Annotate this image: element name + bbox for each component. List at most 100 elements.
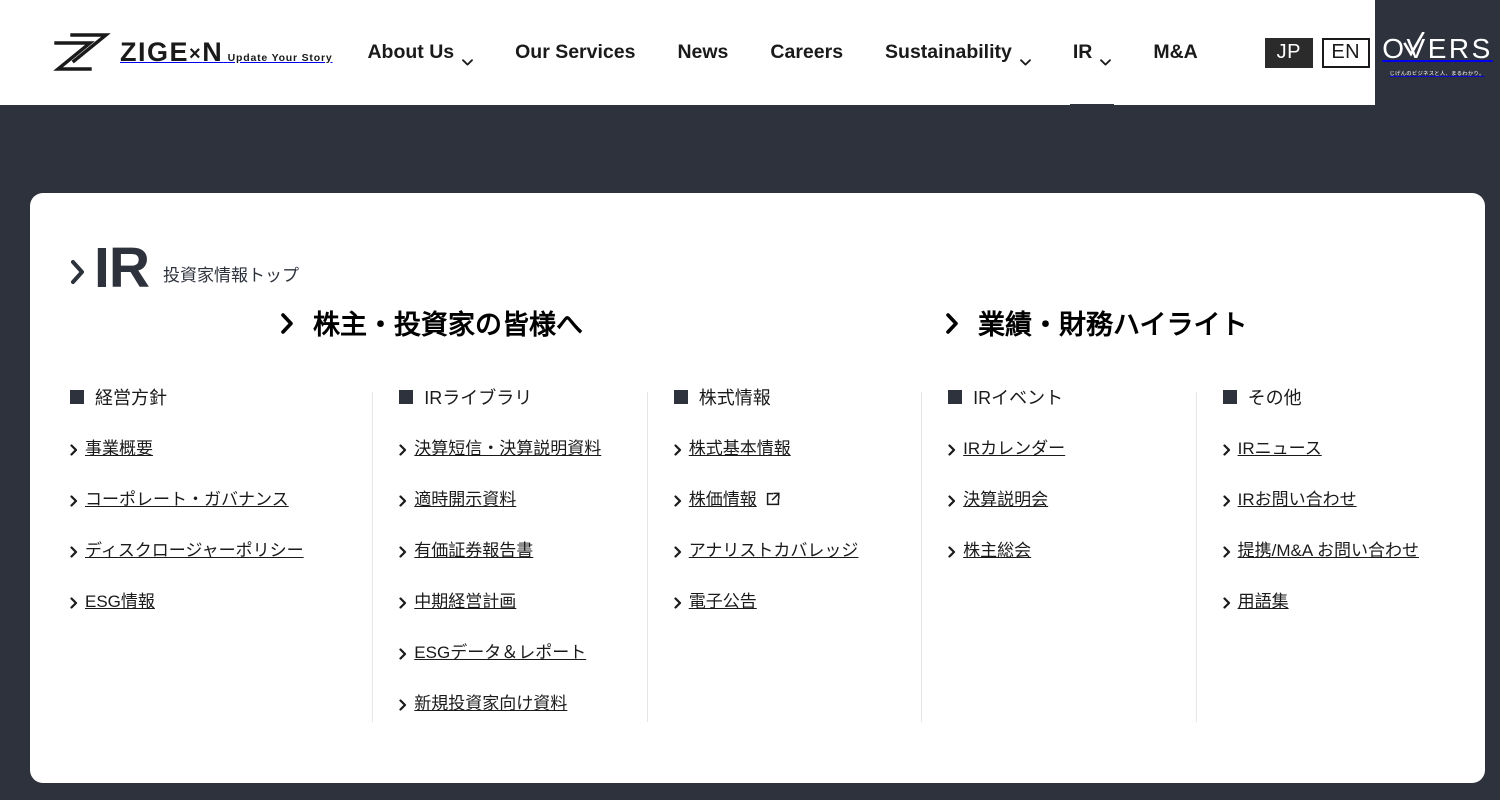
chevron-right-icon <box>948 543 956 558</box>
zigexn-mark-icon <box>50 29 112 77</box>
column-stock-information: 株式情報 株式基本情報 株価情報 アナリストカバレッジ 電子公告 <box>646 384 921 729</box>
column-heading: IRライブラリ <box>399 384 622 410</box>
link-item[interactable]: 事業概要 <box>70 434 348 459</box>
link-label: 提携/M&A お問い合わせ <box>1237 541 1419 561</box>
section-shareholders-investors[interactable]: 株主・投資家の皆様へ <box>280 303 583 342</box>
language-button-jp[interactable]: JP <box>1264 37 1313 68</box>
link-label: 電子公告 <box>688 592 757 612</box>
nav-item-label: IR <box>1072 41 1093 63</box>
link-label: アナリストカバレッジ <box>688 541 859 561</box>
nav-item-ir[interactable]: IR <box>1052 0 1133 114</box>
column-management-policy: 経営方針 事業概要 コーポレート・ガバナンス ディスクロージャーポリシー ESG… <box>70 384 372 729</box>
nav-item-news[interactable]: News <box>656 0 749 105</box>
brand-tagline: Update Your Story <box>227 52 333 64</box>
chevron-right-icon <box>399 645 407 660</box>
link-item[interactable]: 株主総会 <box>948 536 1171 561</box>
language-switcher: JP EN <box>1264 37 1370 68</box>
chevron-right-icon <box>674 594 682 609</box>
link-label: コーポレート・ガバナンス <box>85 490 289 510</box>
link-label: ディスクロージャーポリシー <box>85 541 304 561</box>
link-item[interactable]: 決算短信・決算説明資料 <box>399 434 622 459</box>
link-item[interactable]: 提携/M&A お問い合わせ <box>1223 536 1461 561</box>
nav-item-sustainability[interactable]: Sustainability <box>864 0 1052 105</box>
chevron-right-icon <box>1223 441 1231 456</box>
link-item[interactable]: 新規投資家向け資料 <box>399 689 622 714</box>
link-item[interactable]: 決算説明会 <box>948 485 1171 510</box>
nav-item-m-and-a[interactable]: M&A <box>1132 0 1218 105</box>
column-heading: その他 <box>1222 384 1461 410</box>
site-header: ZIGE×N Update Your Story About Us Our Se… <box>0 0 1375 114</box>
chevron-right-icon <box>70 259 86 285</box>
column-other: その他 IRニュース IRお問い合わせ 提携/M&A お問い合わせ 用語集 <box>1195 384 1485 729</box>
column-ir-library: IRライブラリ 決算短信・決算説明資料 適時開示資料 有価証券報告書 中期経営計… <box>372 384 646 729</box>
brand-text: ZIGE×N Update Your Story <box>120 39 332 66</box>
link-item[interactable]: ディスクロージャーポリシー <box>70 536 348 561</box>
chevron-right-icon <box>674 492 682 507</box>
link-item[interactable]: ESGデータ＆レポート <box>399 638 622 663</box>
link-item[interactable]: IRニュース <box>1223 434 1461 459</box>
section-label: 株主・投資家の皆様へ <box>313 310 583 341</box>
chevron-down-icon <box>1100 49 1112 66</box>
chevron-right-icon <box>945 311 960 335</box>
nav-item-label: M&A <box>1153 41 1198 63</box>
link-item[interactable]: IRお問い合わせ <box>1223 485 1461 510</box>
link-label: ESG情報 <box>85 592 155 612</box>
square-bullet-icon <box>948 390 963 405</box>
link-item[interactable]: 有価証券報告書 <box>399 536 622 561</box>
link-item[interactable]: コーポレート・ガバナンス <box>70 485 348 510</box>
link-label: 株主総会 <box>963 541 1032 561</box>
link-label: IRお問い合わせ <box>1237 490 1357 510</box>
ir-menu-card: IR 投資家情報トップ 株主・投資家の皆様へ 業績・財務ハイライト 経営方針 事… <box>30 193 1485 783</box>
link-label: 用語集 <box>1237 592 1289 612</box>
link-item[interactable]: ESG情報 <box>70 587 348 612</box>
language-button-en[interactable]: EN <box>1321 37 1370 68</box>
square-bullet-icon <box>1222 390 1237 405</box>
nav-item-label: Careers <box>770 41 844 63</box>
square-bullet-icon <box>673 390 688 405</box>
main-navigation: About Us Our Services News Careers Susta… <box>346 0 1218 114</box>
link-label: 株価情報 <box>688 490 757 510</box>
column-heading: 経営方針 <box>70 384 348 410</box>
brand-logo[interactable]: ZIGE×N Update Your Story <box>50 29 332 77</box>
nav-item-about-us[interactable]: About Us <box>346 0 494 105</box>
chevron-right-icon <box>1223 543 1231 558</box>
chevron-right-icon <box>948 492 956 507</box>
chevron-right-icon <box>948 441 956 456</box>
page-title-row: IR 投資家情報トップ <box>70 239 1485 297</box>
link-item[interactable]: 株式基本情報 <box>674 434 897 459</box>
chevron-right-icon <box>280 311 295 335</box>
link-item[interactable]: 適時開示資料 <box>399 485 622 510</box>
link-label: 適時開示資料 <box>414 490 517 510</box>
link-item[interactable]: 電子公告 <box>674 587 897 612</box>
link-label: 株式基本情報 <box>688 439 791 459</box>
nav-item-careers[interactable]: Careers <box>749 0 864 105</box>
overs-logo[interactable]: OVERS じげんのビジネスと人、まるわかり。 <box>1375 0 1500 112</box>
link-columns: 経営方針 事業概要 コーポレート・ガバナンス ディスクロージャーポリシー ESG… <box>30 384 1485 729</box>
link-label: 事業概要 <box>85 439 153 459</box>
link-label: 中期経営計画 <box>414 592 517 612</box>
column-heading-label: IRイベント <box>973 388 1064 409</box>
chevron-down-icon <box>1019 49 1031 66</box>
page-subtitle: 投資家情報トップ <box>163 266 299 286</box>
chevron-right-icon <box>70 594 78 609</box>
link-item[interactable]: アナリストカバレッジ <box>674 536 897 561</box>
chevron-right-icon <box>399 441 407 456</box>
nav-item-label: Our Services <box>515 41 636 63</box>
section-heading-row: 株主・投資家の皆様へ 業績・財務ハイライト <box>30 303 1485 351</box>
chevron-right-icon <box>1223 492 1231 507</box>
nav-item-our-services[interactable]: Our Services <box>494 0 656 105</box>
link-item[interactable]: 株価情報 <box>674 485 897 510</box>
link-item[interactable]: IRカレンダー <box>948 434 1171 459</box>
brand-name: ZIGE×N <box>120 37 224 67</box>
link-item[interactable]: 用語集 <box>1223 587 1461 612</box>
link-label: 決算説明会 <box>963 490 1049 510</box>
square-bullet-icon <box>399 390 414 405</box>
chevron-right-icon <box>70 543 78 558</box>
nav-item-label: News <box>677 41 729 63</box>
column-heading-label: その他 <box>1247 388 1302 409</box>
column-ir-events: IRイベント IRカレンダー 決算説明会 株主総会 <box>921 384 1195 729</box>
chevron-right-icon <box>399 696 407 711</box>
chevron-right-icon <box>399 543 407 558</box>
section-financial-highlights[interactable]: 業績・財務ハイライト <box>945 303 1247 342</box>
link-item[interactable]: 中期経営計画 <box>399 587 622 612</box>
